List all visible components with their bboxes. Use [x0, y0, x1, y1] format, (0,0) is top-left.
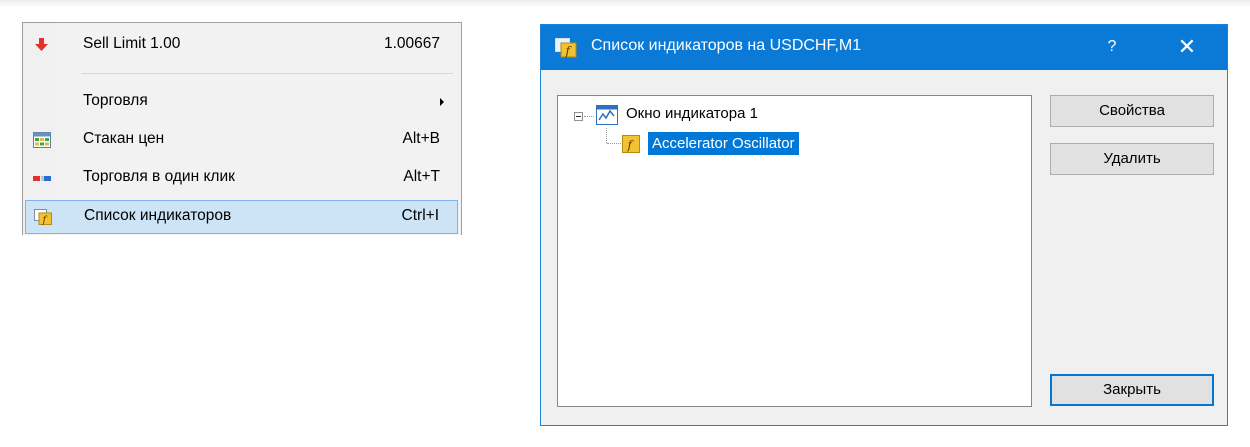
- menu-item-depth-of-market[interactable]: Стакан цен Alt+B: [25, 124, 458, 156]
- menu-item-label: Sell Limit 1.00: [83, 35, 181, 52]
- submenu-arrow-icon: [440, 98, 444, 106]
- dialog-title: Список индикаторов на USDCHF,M1: [591, 37, 862, 54]
- menu-item-one-click-trading[interactable]: Торговля в один клик Alt+T: [25, 162, 458, 194]
- menu-item-shortcut: Alt+T: [403, 168, 440, 185]
- menu-item-label: Список индикаторов: [84, 207, 232, 224]
- menu-item-label: Торговля в один клик: [83, 168, 235, 185]
- close-button[interactable]: Закрыть: [1050, 374, 1214, 406]
- menu-item-label: Стакан цен: [83, 130, 165, 147]
- collapse-toggle-icon[interactable]: [574, 112, 583, 121]
- indicators-list-icon: f: [555, 38, 577, 58]
- one-click-trading-icon: [33, 170, 51, 186]
- help-button[interactable]: ?: [1098, 34, 1126, 62]
- dialog-titlebar[interactable]: f Список индикаторов на USDCHF,M1 ? ✕: [541, 25, 1227, 70]
- tree-connector: [584, 116, 594, 117]
- menu-item-shortcut: Alt+B: [402, 130, 440, 147]
- properties-button[interactable]: Свойства: [1050, 95, 1214, 127]
- indicators-list-dialog: f Список индикаторов на USDCHF,M1 ? ✕ Ок…: [540, 24, 1228, 426]
- indicators-tree[interactable]: Окно индикатора 1 f Accelerator Oscillat…: [557, 95, 1032, 407]
- tree-connector: [607, 143, 621, 144]
- sell-limit-arrow-icon: [33, 37, 51, 53]
- depth-of-market-icon: [33, 132, 51, 148]
- menu-item-indicators-list[interactable]: f Список индикаторов Ctrl+I: [25, 200, 458, 234]
- menu-item-trading[interactable]: Торговля: [25, 86, 458, 118]
- delete-button[interactable]: Удалить: [1050, 143, 1214, 175]
- indicator-window-icon: [596, 105, 618, 125]
- context-menu: Sell Limit 1.00 1.00667 Торговля Стакан …: [22, 22, 462, 235]
- menu-item-shortcut: Ctrl+I: [401, 207, 439, 224]
- custom-indicator-icon: f: [622, 135, 640, 153]
- top-divider: [0, 0, 1250, 6]
- tree-node-indicator-window[interactable]: Окно индикатора 1: [626, 105, 758, 122]
- tree-connector: [606, 128, 607, 143]
- menu-item-label: Торговля: [83, 92, 148, 109]
- indicators-list-icon: f: [34, 209, 52, 226]
- menu-item-sell-limit[interactable]: Sell Limit 1.00 1.00667: [25, 29, 458, 61]
- close-icon[interactable]: ✕: [1167, 33, 1207, 63]
- menu-item-price: 1.00667: [383, 35, 440, 52]
- tree-node-accelerator-oscillator[interactable]: Accelerator Oscillator: [648, 132, 799, 155]
- menu-separator: [81, 73, 453, 74]
